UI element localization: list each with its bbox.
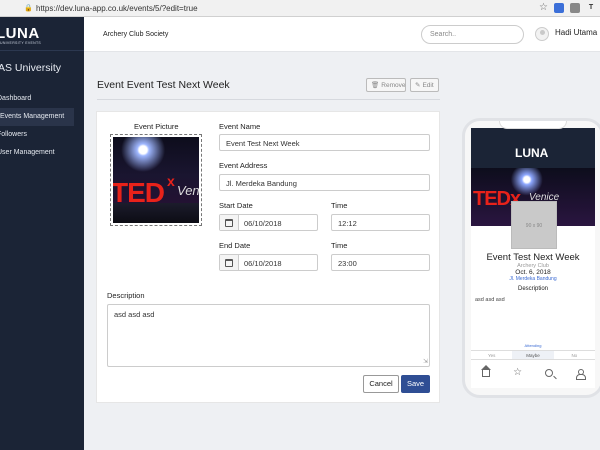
start-date-value: 06/10/2018 [244,219,282,228]
user-icon [575,368,586,380]
trash-icon: 🗑 [371,82,380,89]
sidebar-item-user-management[interactable]: User Management [0,144,84,162]
event-address-field[interactable]: Jl. Merdeka Bandung [219,174,430,191]
avatar[interactable] [535,27,549,41]
sidebar-item-dashboard[interactable]: Dashboard [0,90,84,108]
preview-tab-bar: ☆ [471,362,595,384]
top-header: Archery Club Society Search.. Hadi Utama [84,17,600,52]
save-button[interactable]: Save [401,375,430,393]
description-textarea[interactable]: asd asd asd ⇲ [107,304,430,367]
logo-subtitle: UNIVERSITY EVENTS [0,41,42,45]
search-icon [544,369,553,377]
user-name[interactable]: Hadi Utama [555,28,597,37]
event-name-field[interactable]: Event Test Next Week [219,134,430,151]
preview-header: LUNA [471,128,595,168]
divider [97,99,440,100]
sidebar-item-followers[interactable]: Followers [0,126,84,144]
preview-date: Oct. 6, 2018 [515,269,551,276]
university-name: AS University [0,62,62,74]
event-name-label: Event Name [219,122,261,131]
edit-label: Edit [422,81,434,89]
organization-name: Archery Club Society [103,31,169,38]
luna-logo[interactable]: LUNA [0,25,40,42]
preview-description-heading: Description [517,286,548,292]
extension-icon[interactable] [570,2,580,13]
pencil-icon: ✎ [415,82,421,89]
bookmark-star-icon[interactable]: ☆ [539,2,548,13]
remove-button[interactable]: 🗑 Remove [366,78,406,92]
picture-text-venue: Veni [177,183,199,198]
preview-description: asd asd asd [475,297,505,303]
picture-text-x: x [167,173,175,189]
calendar-icon[interactable] [220,255,239,270]
preview-title: Event Test Next Week [486,252,580,263]
event-form-card: Event Picture TED x Veni Event Name Even… [96,111,440,403]
lock-icon: 🔒 [24,5,33,12]
preview-thumbnail: 90 x 90 [511,201,557,249]
end-time-field[interactable]: 23:00 [331,254,430,271]
end-time-label: Time [331,241,348,250]
end-date-label: End Date [219,241,251,250]
preview-rsvp: Yes Maybe No [471,350,595,360]
stage-floor [113,203,199,223]
start-date-field[interactable]: 06/10/2018 [219,214,318,231]
calendar-icon[interactable] [220,215,239,230]
sidebar-nav: Dashboard Events Management Followers Us… [0,90,84,162]
preview-address: Jl. Merdeka Bandung [509,276,557,282]
edit-button[interactable]: ✎ Edit [410,78,439,92]
star-icon: ☆ [513,367,523,378]
extension-t-icon[interactable]: T [586,3,596,13]
phone-screen: LUNA TEDx Venice 90 x 90 Event Test Next… [471,128,595,388]
phone-notch [499,121,567,129]
mobile-preview: LUNA TEDx Venice 90 x 90 Event Test Next… [462,118,600,398]
search-input[interactable]: Search.. [421,25,524,44]
address-bar[interactable]: https://dev.luna-app.co.uk/events/5/?edi… [36,4,198,13]
event-address-label: Event Address [219,161,268,170]
rsvp-maybe: Maybe [512,351,554,359]
end-date-field[interactable]: 06/10/2018 [219,254,318,271]
event-picture-upload[interactable]: TED x Veni [110,134,202,226]
end-date-value: 06/10/2018 [244,259,282,268]
start-time-label: Time [331,201,348,210]
description-value: asd asd asd [114,310,155,319]
event-picture-image: TED x Veni [113,137,199,223]
logo-area: LUNA UNIVERSITY EVENTS [0,17,84,51]
start-date-label: Start Date [219,201,253,210]
home-icon [481,364,492,377]
start-time-field[interactable]: 12:12 [331,214,430,231]
resize-handle-icon[interactable]: ⇲ [423,358,428,365]
cancel-button[interactable]: Cancel [363,375,399,393]
description-label: Description [107,291,145,300]
extension-icon[interactable] [554,2,564,13]
rsvp-no: No [571,353,578,358]
preview-attending: Attending [524,343,542,348]
remove-label: Remove [381,81,406,89]
sidebar: LUNA UNIVERSITY EVENTS AS University Das… [0,17,84,450]
browser-url-bar: 🔒 https://dev.luna-app.co.uk/events/5/?e… [0,0,600,17]
event-picture-label: Event Picture [134,122,179,131]
rsvp-yes: Yes [487,353,496,358]
preview-logo: LUNA [515,146,549,160]
page-title: Event Event Test Next Week [97,79,230,91]
sidebar-item-events-management[interactable]: Events Management [0,108,74,126]
